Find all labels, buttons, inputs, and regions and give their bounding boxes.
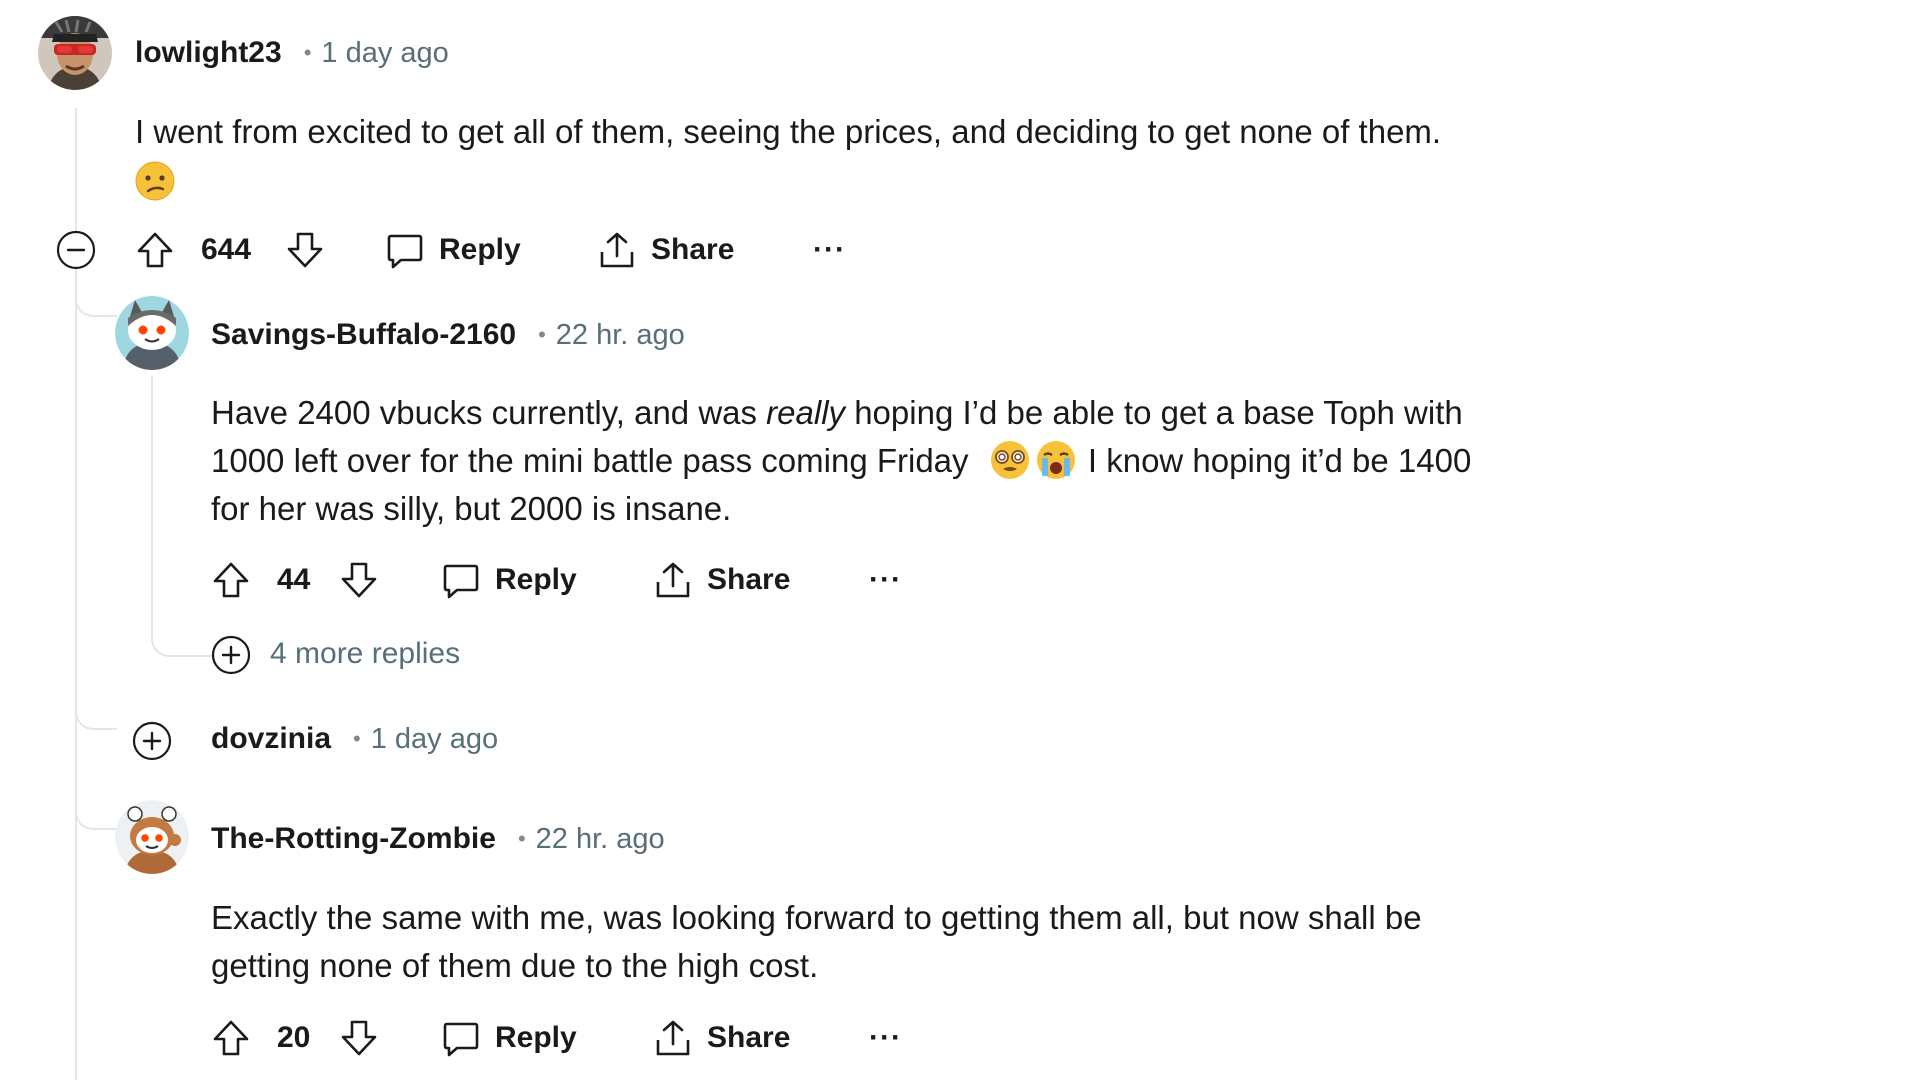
username[interactable]: dovzinia (211, 722, 331, 756)
upvote-button[interactable] (211, 555, 251, 605)
emphasis-text: really (766, 394, 846, 431)
more-replies-link[interactable]: 4 more replies (270, 637, 460, 671)
more-options-icon: ··· (813, 233, 846, 266)
comment-bubble-icon (387, 234, 423, 269)
meta-separator: • (538, 322, 546, 347)
more-options-button[interactable]: ··· (813, 225, 846, 275)
collapse-thread-button[interactable] (56, 230, 96, 270)
crying-face-emoji (1036, 440, 1076, 480)
avatar-lowlight23[interactable] (38, 16, 112, 90)
comment-timestamp[interactable]: 1 day ago (371, 723, 498, 756)
share-label: Share (707, 1021, 791, 1054)
comment-timestamp[interactable]: 1 day ago (321, 37, 448, 70)
meta-separator: • (353, 726, 361, 751)
reply-label: Reply (495, 1021, 577, 1054)
comment-timestamp[interactable]: 22 hr. ago (536, 823, 665, 856)
avatar-savings-buffalo-2160[interactable] (115, 296, 189, 370)
thread-curve-2 (75, 700, 117, 730)
vote-score: 644 (201, 233, 252, 266)
upvote-icon (137, 232, 173, 268)
username[interactable]: The-Rotting-Zombie (211, 822, 496, 856)
share-button[interactable]: Share (653, 555, 790, 605)
thread-curve-1 (75, 285, 117, 317)
thread-curve-more (151, 615, 213, 657)
more-options-icon: ··· (869, 1021, 902, 1054)
dizzy-face-emoji (990, 440, 1030, 480)
comment-text: I went from excited to get all of them, … (135, 113, 1442, 150)
more-options-button[interactable]: ··· (869, 1013, 902, 1063)
share-icon (656, 1020, 690, 1056)
comment-text-line-2: 1000 left over for the mini battle pass … (211, 440, 1472, 480)
comment-text-line-2: getting none of them due to the high cos… (211, 947, 819, 984)
comment-meta-4: The-Rotting-Zombie • 22 hr. ago (211, 822, 665, 856)
upvote-button[interactable] (135, 225, 175, 275)
reply-label: Reply (495, 563, 577, 596)
downvote-button[interactable] (339, 1013, 379, 1063)
comment-timestamp[interactable]: 22 hr. ago (556, 319, 685, 352)
username[interactable]: lowlight23 (135, 36, 282, 70)
comment-body-4: Exactly the same with me, was looking fo… (211, 894, 1422, 990)
comment-meta-1: lowlight23 • 1 day ago (135, 36, 449, 70)
comment-actions-1: 644 Reply Share ··· (135, 225, 895, 275)
comment-meta-3: dovzinia • 1 day ago (211, 722, 498, 756)
comment-body-1: I went from excited to get all of them, … (135, 108, 1441, 206)
comment-text-line-1: Exactly the same with me, was looking fo… (211, 899, 1422, 936)
more-options-button[interactable]: ··· (869, 555, 902, 605)
share-button[interactable]: Share (653, 1013, 790, 1063)
username[interactable]: Savings-Buffalo-2160 (211, 318, 516, 352)
reply-button[interactable]: Reply (441, 555, 577, 605)
comment-text-line-1: Have 2400 vbucks currently, and was real… (211, 394, 1463, 431)
reply-button[interactable]: Reply (441, 1013, 577, 1063)
expand-comment-button[interactable] (132, 721, 172, 761)
comment-meta-2: Savings-Buffalo-2160 • 22 hr. ago (211, 318, 685, 352)
share-icon (600, 232, 634, 268)
upvote-button[interactable] (211, 1013, 251, 1063)
thread-curve-3 (75, 800, 117, 830)
comment-bubble-icon (443, 564, 479, 599)
comment-body-2: Have 2400 vbucks currently, and was real… (211, 389, 1471, 533)
comment-text-line-3: for her was silly, but 2000 is insane. (211, 490, 732, 527)
comment-bubble-icon (443, 1022, 479, 1057)
comment-actions-2: 44 Reply Share ··· (211, 555, 971, 605)
thread-line-reply-1[interactable] (151, 375, 153, 635)
downvote-button[interactable] (285, 225, 325, 275)
share-label: Share (707, 563, 791, 596)
reply-label: Reply (439, 233, 521, 266)
meta-separator: • (517, 826, 526, 851)
more-options-icon: ··· (869, 563, 902, 596)
downvote-button[interactable] (339, 555, 379, 605)
confused-face-emoji (135, 161, 175, 201)
downvote-icon (341, 562, 377, 598)
reply-button[interactable]: Reply (385, 225, 521, 275)
downvote-icon (341, 1020, 377, 1056)
share-label: Share (651, 233, 735, 266)
vote-score: 20 (277, 1021, 311, 1054)
comment-thread: lowlight23 • 1 day ago I went from excit… (0, 0, 1920, 1080)
meta-separator: • (303, 40, 312, 65)
vote-score: 44 (277, 563, 311, 596)
avatar-the-rotting-zombie[interactable] (115, 800, 189, 874)
share-button[interactable]: Share (597, 225, 734, 275)
downvote-icon (287, 232, 323, 268)
expand-more-replies-button[interactable] (211, 635, 251, 675)
upvote-icon (213, 1020, 249, 1056)
comment-actions-4: 20 Reply Share ··· (211, 1013, 971, 1063)
share-icon (656, 562, 690, 598)
upvote-icon (213, 562, 249, 598)
